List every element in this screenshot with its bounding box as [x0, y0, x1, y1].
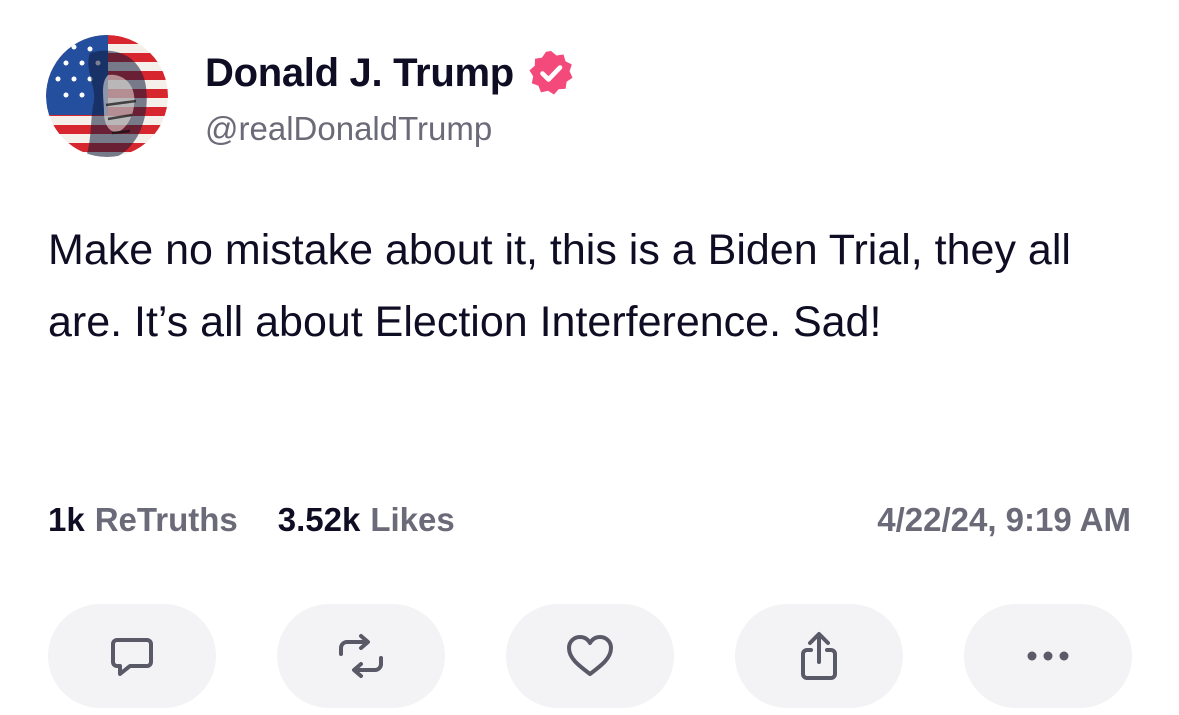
retruth-button[interactable] — [277, 604, 445, 708]
display-name[interactable]: Donald J. Trump — [205, 51, 514, 96]
author-name-row: Donald J. Trump — [205, 48, 576, 98]
share-icon — [801, 632, 837, 680]
retruths-label: ReTruths — [94, 501, 238, 538]
more-button[interactable] — [964, 604, 1132, 708]
share-button[interactable] — [735, 604, 903, 708]
retruths-count: 1k — [48, 501, 85, 538]
likes-stat[interactable]: 3.52k Likes — [278, 501, 455, 539]
action-bar — [48, 604, 1132, 708]
author-handle[interactable]: @realDonaldTrump — [205, 110, 492, 148]
like-button[interactable] — [506, 604, 674, 708]
reply-icon — [111, 638, 153, 676]
more-icon — [1027, 651, 1069, 661]
post-stats: 1k ReTruths 3.52k Likes — [48, 498, 495, 542]
retruths-stat[interactable]: 1k ReTruths — [48, 501, 238, 539]
reply-button[interactable] — [48, 604, 216, 708]
likes-count: 3.52k — [277, 501, 361, 538]
truth-post: Donald J. Trump @realDonaldTrump Make no… — [0, 0, 1179, 715]
likes-label: Likes — [370, 501, 455, 538]
flag-portrait-avatar-icon — [46, 35, 168, 157]
verified-badge-icon — [526, 48, 576, 98]
heart-icon — [567, 635, 613, 676]
post-timestamp: 4/22/24, 9:19 AM — [877, 501, 1131, 538]
retruth-icon — [339, 634, 383, 678]
post-text: Make no mistake about it, this is a Bide… — [48, 226, 1083, 346]
avatar[interactable] — [46, 35, 168, 157]
